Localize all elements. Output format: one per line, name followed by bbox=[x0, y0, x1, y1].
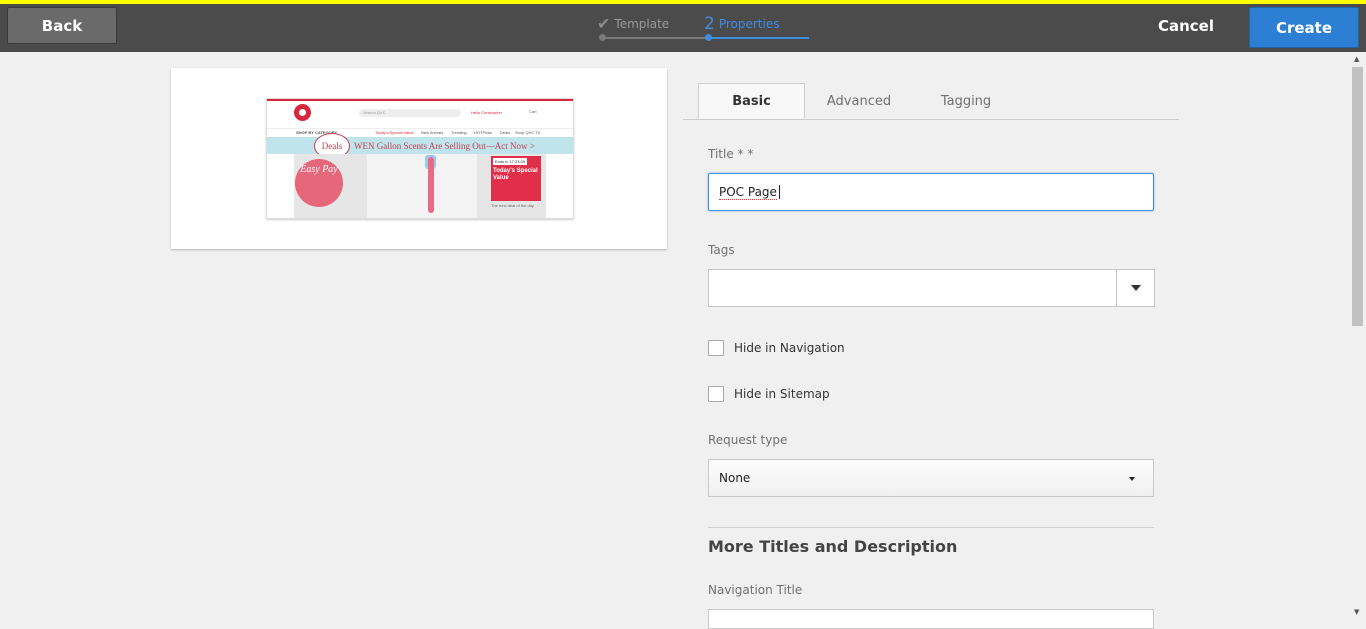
hide-in-navigation-label: Hide in Navigation bbox=[734, 341, 845, 355]
step-progress-done bbox=[603, 37, 709, 39]
wizard-step-properties: 2 Properties bbox=[704, 14, 779, 34]
request-type-label: Request type bbox=[708, 433, 788, 447]
thumb-nav-item: HOTPicks bbox=[474, 130, 492, 135]
tags-field[interactable] bbox=[708, 269, 1155, 307]
section-heading: More Titles and Description bbox=[708, 537, 958, 556]
hide-in-sitemap-checkbox[interactable] bbox=[708, 386, 724, 402]
thumb-tsv-sub: The best deal of the day bbox=[491, 203, 534, 208]
navigation-title-label: Navigation Title bbox=[708, 583, 803, 597]
step-label: Template bbox=[614, 16, 670, 31]
thumb-search: Search QVC bbox=[359, 109, 461, 117]
thumb-hero-highlight bbox=[367, 154, 477, 218]
properties-tabs: Basic Advanced Tagging bbox=[683, 83, 1179, 120]
wizard-step-template: ✔ Template bbox=[597, 14, 669, 33]
request-type-select[interactable]: None bbox=[708, 459, 1154, 497]
page-scrollbar[interactable]: ▲ ▼ bbox=[1350, 52, 1366, 619]
thumb-easy-pay: Easy Pay bbox=[295, 159, 343, 207]
thumb-tsv-box: Ends in 17:23:09 Today's Special Value bbox=[491, 156, 541, 201]
hide-in-navigation-checkbox[interactable] bbox=[708, 340, 724, 356]
thumb-nav-item: Trending bbox=[451, 130, 467, 135]
qvc-logo-icon bbox=[294, 104, 311, 121]
step-progress-active bbox=[709, 37, 809, 39]
step-number: 2 bbox=[704, 14, 715, 34]
thumb-hello: Hello Christopher bbox=[471, 110, 502, 115]
checkmark-icon: ✔ bbox=[597, 14, 611, 33]
template-thumbnail: Search QVC Hello Christopher Cart SHOP B… bbox=[266, 98, 574, 219]
tab-advanced[interactable]: Advanced bbox=[813, 83, 905, 119]
request-type-value: None bbox=[719, 471, 751, 485]
section-divider bbox=[708, 527, 1154, 528]
tags-dropdown-button[interactable] bbox=[1116, 270, 1154, 306]
thumb-nav-item: Shop QVC TV bbox=[515, 130, 541, 135]
hide-in-navigation-row[interactable]: Hide in Navigation bbox=[708, 340, 845, 356]
hide-in-sitemap-label: Hide in Sitemap bbox=[734, 387, 830, 401]
scrollbar-thumb[interactable] bbox=[1352, 67, 1363, 326]
thumb-nav-item: New Arrivals bbox=[421, 130, 444, 135]
text-caret bbox=[778, 185, 780, 199]
cancel-button[interactable]: Cancel bbox=[1150, 7, 1222, 44]
dropdown-arrow-icon bbox=[1129, 477, 1135, 481]
thumb-nav-item: Deals bbox=[500, 130, 511, 135]
thumb-top-border bbox=[267, 99, 573, 101]
back-button[interactable]: Back bbox=[7, 7, 117, 44]
step-dot-template bbox=[599, 34, 606, 41]
scroll-up-arrow-icon[interactable]: ▲ bbox=[1354, 55, 1359, 63]
hide-in-sitemap-row[interactable]: Hide in Sitemap bbox=[708, 386, 830, 402]
navigation-title-input[interactable] bbox=[708, 609, 1154, 629]
tags-label: Tags bbox=[708, 243, 735, 257]
thumb-tsv-ends: Ends in 17:23:09 bbox=[493, 158, 528, 165]
thumb-tsv-title: Today's Special Value bbox=[493, 168, 538, 181]
toolbar: Back ✔ Template 2 Properties Cancel Crea… bbox=[0, 4, 1366, 52]
tab-basic[interactable]: Basic bbox=[698, 83, 805, 119]
step-dot-properties bbox=[705, 34, 712, 41]
step-label: Properties bbox=[718, 17, 780, 31]
thumb-banner-text: WEN Gallon Scents Are Selling Out—Act No… bbox=[354, 141, 535, 151]
title-value: POC Page bbox=[719, 184, 777, 200]
title-label: Title * * bbox=[708, 147, 754, 161]
template-preview-card: Search QVC Hello Christopher Cart SHOP B… bbox=[171, 68, 667, 249]
title-input[interactable]: POC Page bbox=[708, 173, 1154, 211]
thumb-navbar: SHOP BY CATEGORY Today's Special Value N… bbox=[267, 128, 573, 137]
create-button[interactable]: Create bbox=[1249, 7, 1359, 48]
thumb-nav-item: Today's Special Value bbox=[375, 130, 414, 135]
tab-tagging[interactable]: Tagging bbox=[923, 83, 1009, 119]
scroll-down-arrow-icon[interactable]: ▼ bbox=[1354, 608, 1359, 616]
thumb-cart: Cart bbox=[529, 109, 537, 114]
thumb-product bbox=[428, 157, 434, 213]
